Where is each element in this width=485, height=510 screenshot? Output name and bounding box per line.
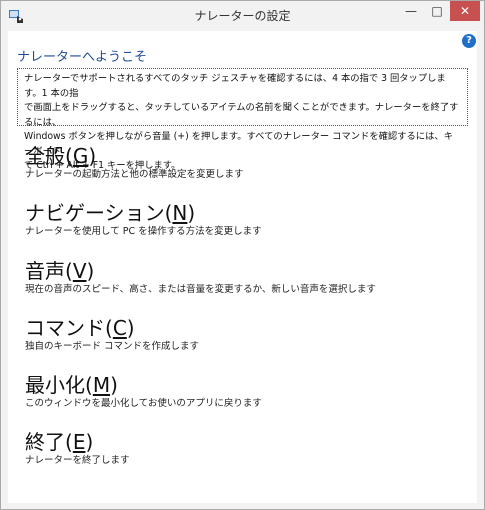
close-button[interactable]: ✕ bbox=[450, 1, 480, 21]
access-key: E bbox=[72, 430, 86, 454]
access-key: G bbox=[72, 144, 89, 168]
section-title: 終了(E) bbox=[25, 430, 94, 454]
section-description: ナレーターを使用して PC を操作する方法を変更します bbox=[25, 226, 262, 237]
access-key: N bbox=[172, 201, 188, 225]
maximize-button[interactable]: □ bbox=[424, 1, 450, 21]
section-description: ナレーターを終了します bbox=[25, 455, 130, 466]
info-line: で画面上をドラッグすると、タッチしているアイテムの名前を聞くことができます。ナレ… bbox=[24, 102, 459, 128]
minimize-button[interactable]: — bbox=[398, 1, 424, 21]
section-label: 最小化 bbox=[25, 373, 85, 397]
access-key: C bbox=[112, 316, 127, 340]
section-general-link[interactable]: 全般(G) ナレーターの起動方法と他の標準設定を変更します bbox=[25, 144, 244, 181]
section-description: 現在の音声のスピード、高さ、または音量を変更するか、新しい音声を選択します bbox=[25, 284, 376, 295]
section-description: このウィンドウを最小化してお使いのアプリに戻ります bbox=[25, 398, 262, 409]
section-description: ナレーターの起動方法と他の標準設定を変更します bbox=[25, 169, 244, 180]
section-title: 全般(G) bbox=[25, 144, 97, 168]
access-key: M bbox=[92, 373, 111, 397]
section-title: 音声(V) bbox=[25, 259, 95, 283]
info-line: ナレーターでサポートされるすべてのタッチ ジェスチャを確認するには、4 本の指で… bbox=[24, 73, 446, 99]
section-commands-link[interactable]: コマンド(C) 独自のキーボード コマンドを作成します bbox=[25, 316, 199, 353]
help-icon[interactable]: ? bbox=[462, 34, 476, 48]
section-label: コマンド bbox=[25, 316, 105, 340]
section-title: ナビゲーション(N) bbox=[25, 201, 196, 225]
section-title: コマンド(C) bbox=[25, 316, 135, 340]
welcome-heading: ナレーターへようこそ bbox=[17, 50, 148, 65]
title-bar[interactable]: ナレーターの設定 — □ ✕ bbox=[1, 1, 484, 31]
section-label: 終了 bbox=[25, 430, 65, 454]
section-label: 全般 bbox=[25, 144, 65, 168]
section-navigation-link[interactable]: ナビゲーション(N) ナレーターを使用して PC を操作する方法を変更します bbox=[25, 201, 262, 238]
section-title: 最小化(M) bbox=[25, 373, 118, 397]
section-label: 音声 bbox=[25, 259, 65, 283]
welcome-info-box: ナレーターでサポートされるすべてのタッチ ジェスチャを確認するには、4 本の指で… bbox=[17, 68, 468, 171]
narrator-settings-window: ナレーターの設定 — □ ✕ ? ナレーターへようこそ ナレーターでサポートされ… bbox=[0, 0, 485, 510]
section-exit-link[interactable]: 終了(E) ナレーターを終了します bbox=[25, 430, 130, 467]
section-description: 独自のキーボード コマンドを作成します bbox=[25, 341, 200, 352]
section-label: ナビゲーション bbox=[25, 201, 165, 225]
content-area: ? ナレーターへようこそ ナレーターでサポートされるすべてのタッチ ジェスチャを… bbox=[8, 31, 477, 503]
access-key: V bbox=[72, 259, 87, 283]
section-voice-link[interactable]: 音声(V) 現在の音声のスピード、高さ、または音量を変更するか、新しい音声を選択… bbox=[25, 259, 376, 296]
section-minimize-link[interactable]: 最小化(M) このウィンドウを最小化してお使いのアプリに戻ります bbox=[25, 373, 262, 410]
